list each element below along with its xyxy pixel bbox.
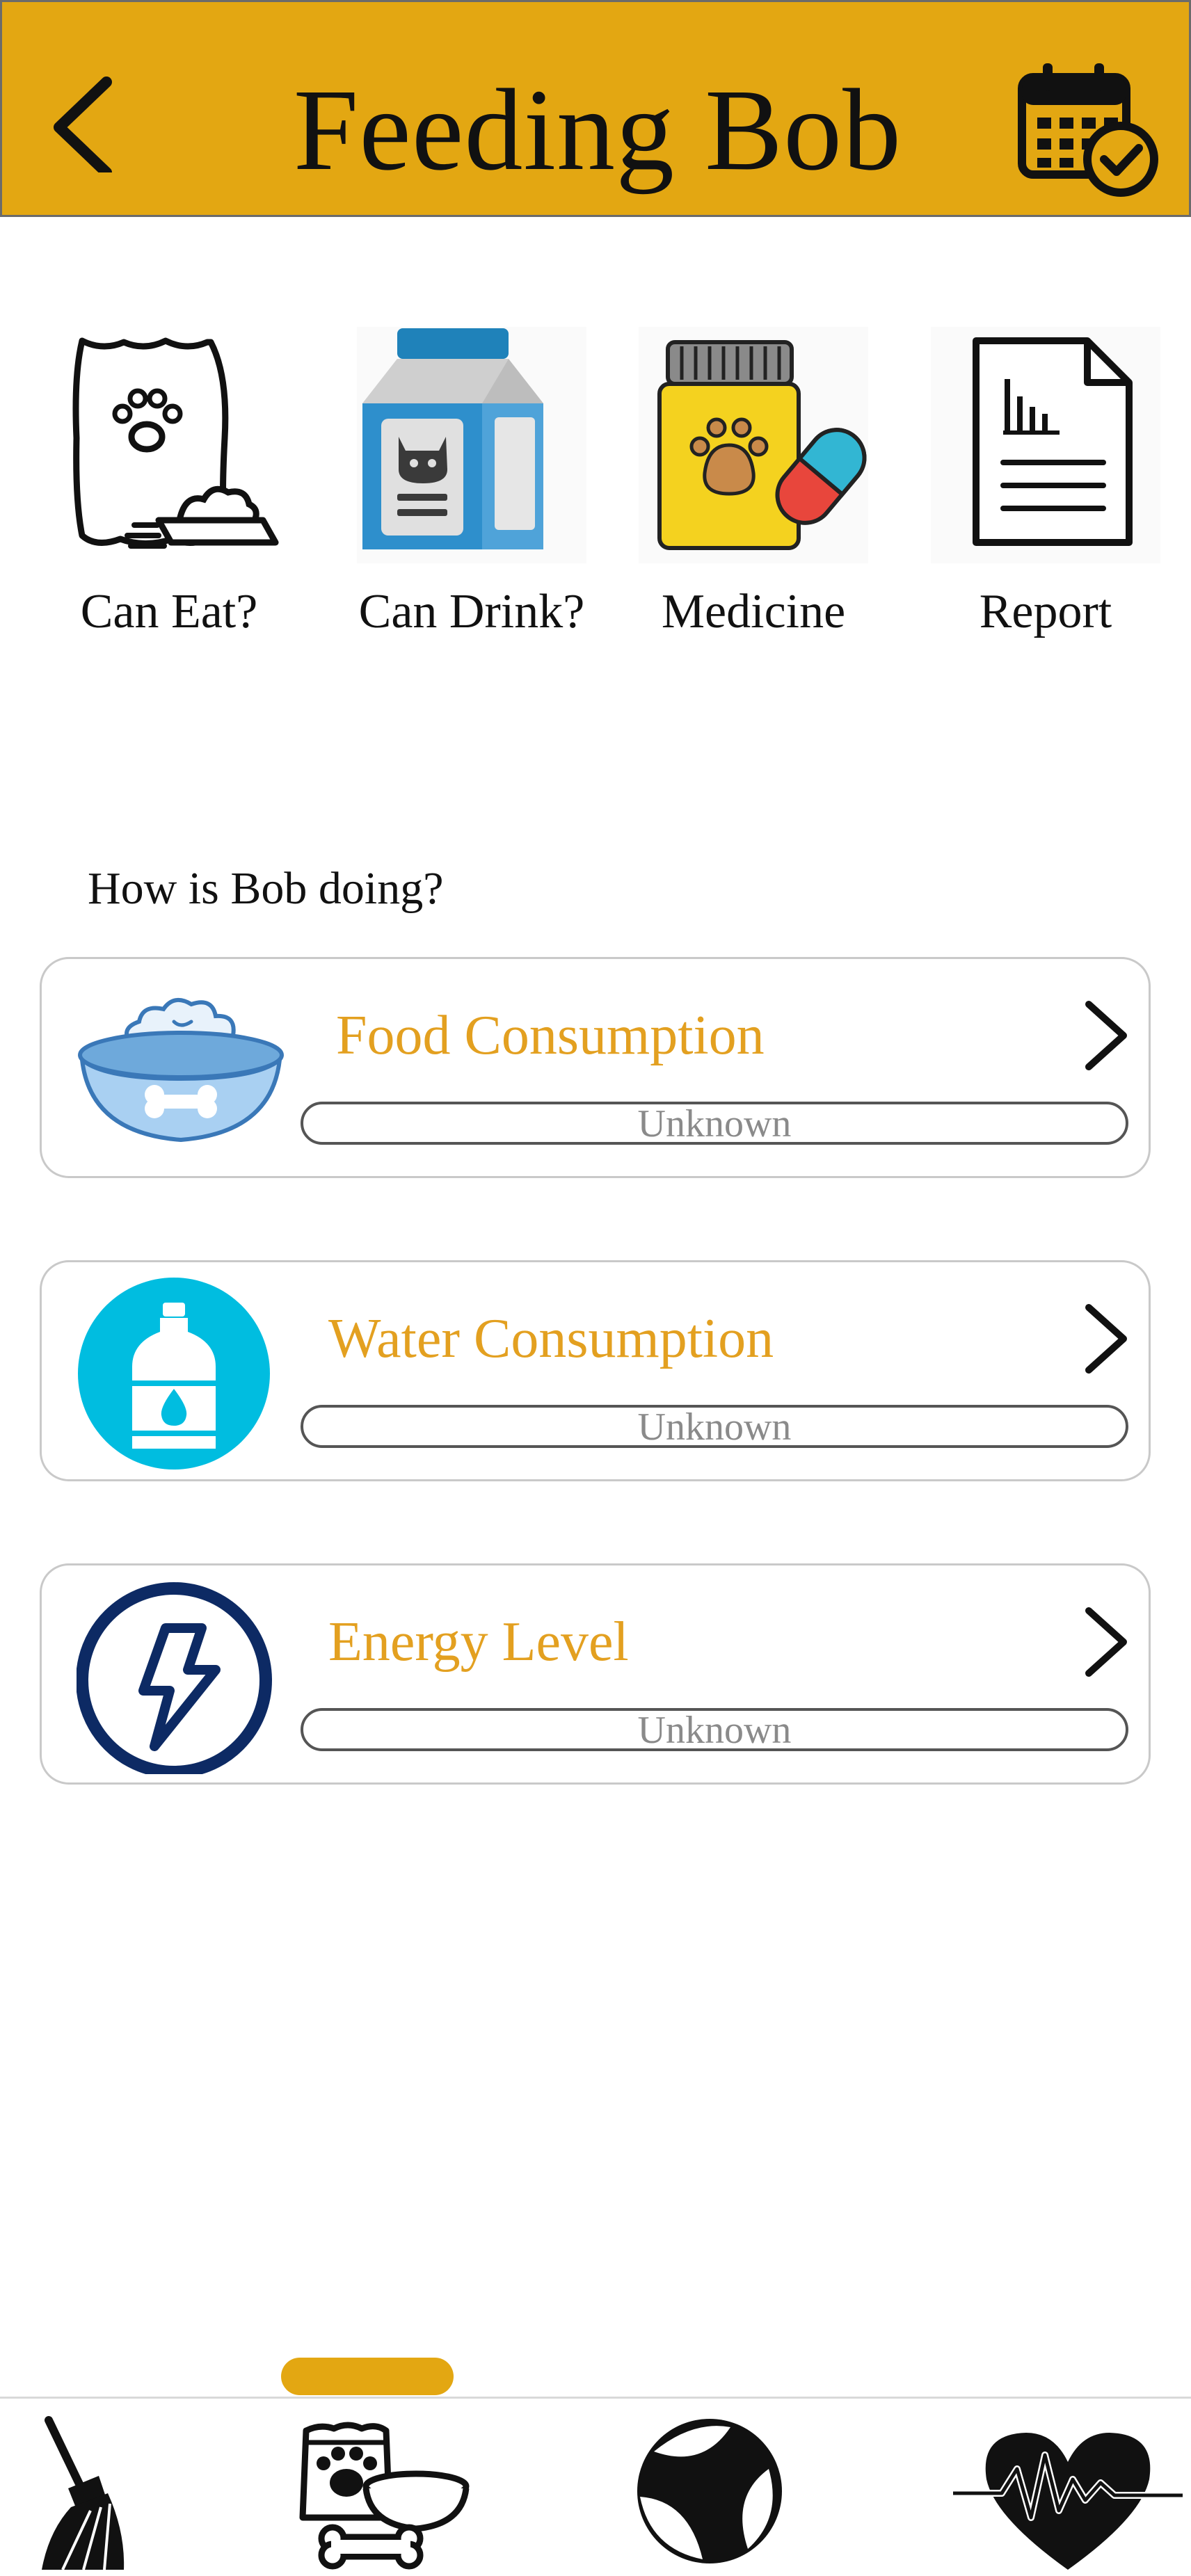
water-consumption-bar: Unknown [301,1405,1128,1448]
report-button[interactable]: Report [931,327,1160,647]
water-consumption-title: Water Consumption [328,1308,774,1369]
report-label: Report [979,585,1112,638]
report-document-icon [931,327,1160,563]
beach-ball-icon [637,2419,782,2563]
food-bag-icon [72,337,279,549]
energy-level-title: Energy Level [328,1611,629,1673]
water-bottle-icon [78,1278,270,1470]
nav-divider [0,2397,1191,2399]
water-consumption-card[interactable]: Water Consumption Unknown [40,1260,1151,1481]
energy-level-card[interactable]: Energy Level Unknown [40,1563,1151,1785]
can-eat-label: Can Eat? [80,585,258,638]
chevron-right-icon [1085,1607,1127,1677]
milk-carton-icon [357,327,586,563]
food-consumption-status: Unknown [637,1102,792,1145]
food-consumption-title: Food Consumption [336,1005,765,1066]
medicine-button[interactable]: Medicine [639,327,868,647]
energy-level-bar: Unknown [301,1708,1128,1751]
can-drink-label: Can Drink? [358,585,585,638]
food-bowl-icon [78,997,284,1143]
broom-icon [42,2416,125,2570]
can-eat-button[interactable]: Can Eat? [54,327,284,647]
calendar-button[interactable] [1016,62,1162,201]
nav-cleaning[interactable] [28,2413,139,2576]
calendar-check-icon [1018,63,1158,197]
page-title: Feeding Bob [293,65,902,195]
medicine-bottle-icon [639,327,868,563]
lightning-icon [77,1582,272,1774]
can-drink-button[interactable]: Can Drink? [357,327,586,647]
nav-health[interactable] [953,2413,1183,2576]
chevron-right-icon [1085,1001,1127,1070]
food-consumption-card[interactable]: Food Consumption Unknown [40,957,1151,1178]
section-title: How is Bob doing? [88,863,444,914]
pet-food-icon [299,2422,470,2570]
nav-feeding[interactable] [292,2413,473,2576]
medicine-label: Medicine [661,585,846,638]
water-consumption-status: Unknown [637,1406,792,1448]
energy-level-status: Unknown [637,1709,792,1751]
app-header: Feeding Bob [0,0,1191,217]
nav-play[interactable] [626,2413,793,2576]
food-consumption-bar: Unknown [301,1102,1128,1145]
heartbeat-icon [953,2433,1183,2570]
active-tab-indicator [281,2358,454,2395]
chevron-right-icon [1085,1304,1127,1374]
